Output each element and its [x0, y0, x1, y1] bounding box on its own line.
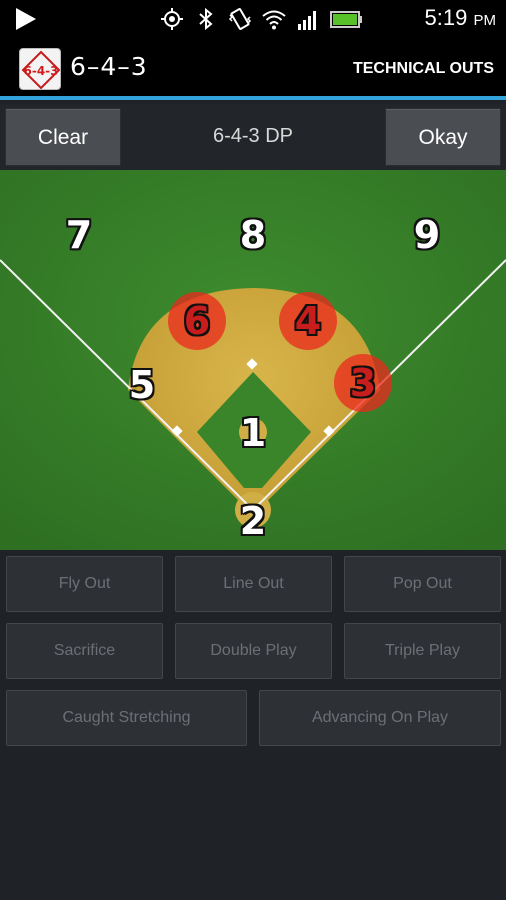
signal-icon	[298, 11, 316, 30]
play-notation: 6-4-3 DP	[212, 125, 294, 147]
position-2-catcher[interactable]: 2	[223, 499, 283, 543]
gps-icon	[161, 8, 183, 30]
pop-out-button[interactable]: Pop Out	[344, 556, 501, 612]
sacrifice-button[interactable]: Sacrifice	[6, 623, 163, 679]
svg-text:6-4-3: 6-4-3	[23, 64, 58, 78]
position-8-center-field[interactable]: 8	[223, 213, 283, 257]
play-icon	[16, 8, 36, 30]
advancing-on-play-button[interactable]: Advancing On Play	[259, 690, 501, 746]
bluetooth-icon	[199, 7, 213, 31]
vibrate-icon	[228, 8, 252, 30]
baseball-field: 7 8 9 6 4 5 3 1 2	[0, 170, 506, 550]
position-4-second-base[interactable]: 4	[278, 299, 338, 343]
action-bar: 6-4-3 6–4–3 TECHNICAL OUTS	[0, 38, 506, 100]
position-5-third-base[interactable]: 5	[112, 363, 172, 407]
app-title: 6–4–3	[70, 52, 148, 81]
caught-stretching-button[interactable]: Caught Stretching	[6, 690, 247, 746]
technical-outs-action[interactable]: TECHNICAL OUTS	[353, 60, 494, 78]
battery-icon	[330, 11, 362, 28]
position-6-shortstop[interactable]: 6	[167, 299, 227, 343]
baseball-diamond-logo-icon: 6-4-3	[21, 50, 60, 89]
double-play-button[interactable]: Double Play	[175, 623, 332, 679]
position-3-first-base[interactable]: 3	[333, 361, 393, 405]
position-1-pitcher[interactable]: 1	[223, 411, 283, 455]
clock: 5:19 PM	[424, 5, 496, 30]
line-out-button[interactable]: Line Out	[175, 556, 332, 612]
okay-button[interactable]: Okay	[385, 108, 501, 166]
clear-button[interactable]: Clear	[5, 108, 121, 166]
fly-out-button[interactable]: Fly Out	[6, 556, 163, 612]
position-9-right-field[interactable]: 9	[397, 213, 457, 257]
status-bar: 5:19 PM	[0, 0, 506, 38]
position-7-left-field[interactable]: 7	[49, 213, 109, 257]
app-logo[interactable]: 6-4-3	[19, 48, 61, 90]
wifi-icon	[262, 10, 286, 30]
play-toolbar: Clear 6-4-3 DP Okay	[0, 104, 506, 170]
triple-play-button[interactable]: Triple Play	[344, 623, 501, 679]
